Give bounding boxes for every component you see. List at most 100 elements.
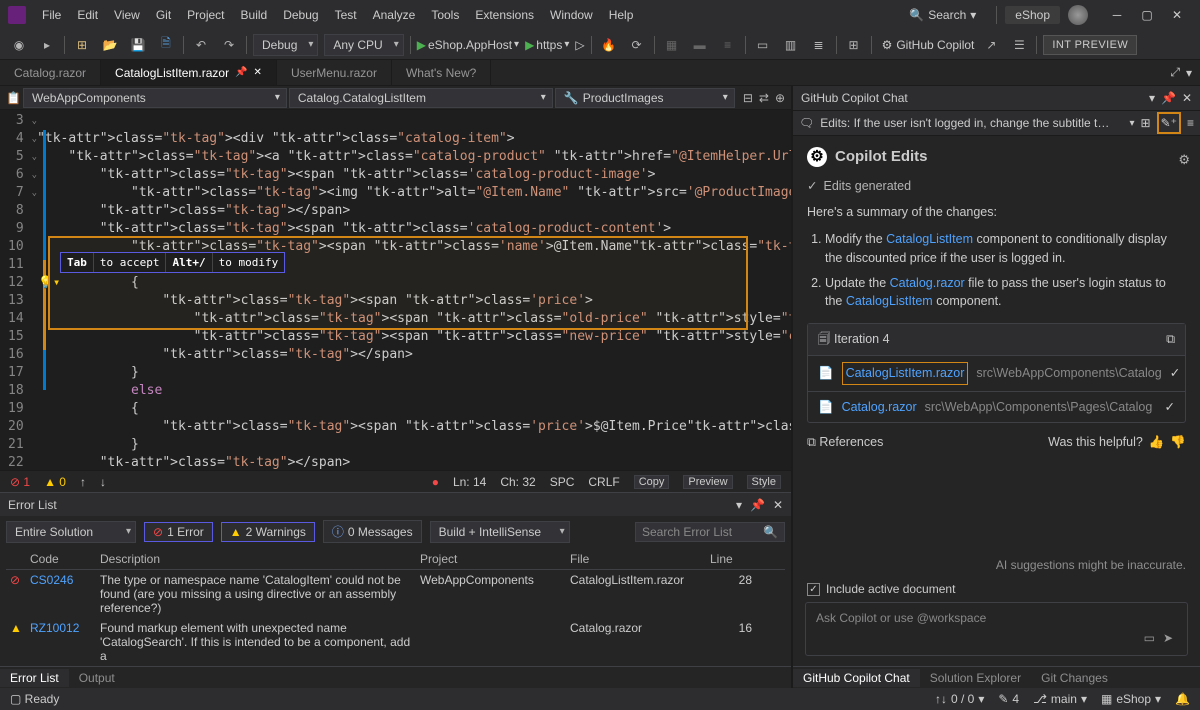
run-target[interactable]: https xyxy=(536,38,562,52)
split-icon[interactable]: ⊟ xyxy=(743,91,753,105)
ch-label[interactable]: Ch: 32 xyxy=(500,475,535,489)
layout-icon-2[interactable]: ▥ xyxy=(780,34,802,56)
edits-label[interactable]: Edits: If the user isn't logged in, chan… xyxy=(820,116,1123,130)
run-without-debug-icon[interactable]: ▷ xyxy=(575,38,584,52)
menu-project[interactable]: Project xyxy=(179,4,232,26)
tab-solution-explorer[interactable]: Solution Explorer xyxy=(920,669,1031,687)
scope-dropdown[interactable]: Entire Solution xyxy=(6,521,136,543)
crlf-label[interactable]: CRLF xyxy=(588,475,619,489)
menu-view[interactable]: View xyxy=(106,4,148,26)
error-row[interactable]: ⊘CS0246The type or namespace name 'Catal… xyxy=(6,570,785,618)
feedback-icon[interactable]: ↗ xyxy=(980,34,1002,56)
tab-git-changes[interactable]: Git Changes xyxy=(1031,669,1118,687)
copy-chip[interactable]: Copy xyxy=(634,475,670,489)
repo-indicator[interactable]: ▦ eShop ▾ xyxy=(1101,692,1161,706)
iteration-header[interactable]: 🗐 Iteration 4 ⧉ xyxy=(808,324,1185,355)
tab-dropdown-icon[interactable]: ▾ xyxy=(1186,66,1192,80)
new-edit-session-button[interactable]: ✎⁺ xyxy=(1157,112,1181,134)
build-filter-dropdown[interactable]: Build + IntelliSense xyxy=(430,521,570,543)
panel-close-icon[interactable]: ✕ xyxy=(1182,91,1192,105)
breadcrumb-project[interactable]: WebAppComponents xyxy=(23,88,287,108)
close-button[interactable]: ✕ xyxy=(1162,4,1192,26)
hot-reload-icon[interactable]: 🔥 xyxy=(598,34,620,56)
document-tab[interactable]: What's New? xyxy=(392,60,491,85)
messages-filter-button[interactable]: ⓘ0 Messages xyxy=(323,520,422,543)
new-project-icon[interactable]: ⊞ xyxy=(71,34,93,56)
open-icon[interactable]: 📂 xyxy=(99,34,121,56)
document-tab[interactable]: CatalogListItem.razor📌✕ xyxy=(101,60,277,85)
menu-build[interactable]: Build xyxy=(233,4,276,26)
errors-filter-button[interactable]: ⊘1 Error xyxy=(144,522,213,542)
panel-pin-icon[interactable]: 📌 xyxy=(1161,91,1176,105)
toggle-icon-2[interactable]: ▬ xyxy=(689,34,711,56)
ln-label[interactable]: Ln: 14 xyxy=(453,475,486,489)
nav-fwd-icon[interactable]: ▸ xyxy=(36,34,58,56)
toggle-icon-3[interactable]: ≡ xyxy=(717,34,739,56)
undo-icon[interactable]: ↶ xyxy=(190,34,212,56)
menu-window[interactable]: Window xyxy=(542,4,601,26)
gear-icon[interactable]: ⚙ xyxy=(1178,150,1190,170)
edits-dropdown-icon[interactable]: ▾ xyxy=(1130,118,1135,129)
panel-close-icon[interactable]: ✕ xyxy=(773,498,783,512)
panel-dropdown-icon[interactable]: ▾ xyxy=(736,498,742,512)
lightbulb-icon[interactable]: 💡▾ xyxy=(38,275,60,289)
references-row[interactable]: ⧉ References xyxy=(807,433,883,452)
bottom-tab-errorlist[interactable]: Error List xyxy=(0,669,69,687)
menu-extensions[interactable]: Extensions xyxy=(467,4,542,26)
sync-icon[interactable]: ⇄ xyxy=(759,91,769,105)
copy-icon[interactable]: ⧉ xyxy=(1166,330,1175,349)
nav-down-icon[interactable]: ↓ xyxy=(100,475,106,489)
title-search[interactable]: 🔍 Search ▾ xyxy=(909,8,976,22)
document-tab[interactable]: UserMenu.razor xyxy=(277,60,392,85)
panel-icon-3[interactable]: ≡ xyxy=(1187,116,1194,130)
nav-back-icon[interactable]: ◉ xyxy=(8,34,30,56)
notif-icon[interactable]: ☰ xyxy=(1008,34,1030,56)
thumbs-up-icon[interactable]: 👍 xyxy=(1149,433,1165,452)
panel-icon-1[interactable]: ⊞ xyxy=(1141,116,1151,130)
attach-icon[interactable]: ▭ xyxy=(1144,631,1155,645)
redo-icon[interactable]: ↷ xyxy=(218,34,240,56)
menu-file[interactable]: File xyxy=(34,4,69,26)
toggle-icon-1[interactable]: ▦ xyxy=(661,34,683,56)
document-tab[interactable]: Catalog.razor xyxy=(0,60,101,85)
menu-tools[interactable]: Tools xyxy=(423,4,467,26)
tab-overflow-icon[interactable]: ⤢ xyxy=(1170,65,1180,80)
bottom-tab-output[interactable]: Output xyxy=(69,669,125,687)
code-editor[interactable]: 345678910111213141516171819202122232425 … xyxy=(0,110,791,470)
config-dropdown[interactable]: Debug xyxy=(253,34,318,56)
tab-copilot-chat[interactable]: GitHub Copilot Chat xyxy=(793,669,920,687)
send-icon[interactable]: ➤ xyxy=(1163,631,1173,645)
solution-name[interactable]: eShop xyxy=(1005,6,1060,24)
extensions-icon[interactable]: ⊞ xyxy=(843,34,865,56)
menu-analyze[interactable]: Analyze xyxy=(365,4,424,26)
error-search-input[interactable]: Search Error List🔍 xyxy=(635,522,785,542)
maximize-button[interactable]: ▢ xyxy=(1132,4,1162,26)
menu-help[interactable]: Help xyxy=(601,4,642,26)
breadcrumb-class[interactable]: Catalog.CatalogListItem xyxy=(289,88,553,108)
minimize-button[interactable]: ─ xyxy=(1102,4,1132,26)
panel-pin-icon[interactable]: 📌 xyxy=(750,498,765,512)
copilot-prompt-input[interactable]: Ask Copilot or use @workspace ▭ ➤ xyxy=(805,602,1188,656)
notifications-icon[interactable]: 🔔 xyxy=(1175,692,1190,706)
restart-icon[interactable]: ⟳ xyxy=(626,34,648,56)
branch-indicator[interactable]: ⎇ main ▾ xyxy=(1033,692,1087,706)
github-copilot-toolbar[interactable]: ⚙ GitHub Copilot xyxy=(882,38,975,52)
menu-edit[interactable]: Edit xyxy=(69,4,106,26)
play-icon[interactable]: ▶ xyxy=(417,38,426,52)
thumbs-down-icon[interactable]: 👎 xyxy=(1170,433,1186,452)
nav-up-icon[interactable]: ↑ xyxy=(80,475,86,489)
include-doc-checkbox[interactable]: ✓Include active document xyxy=(807,582,1186,596)
preview-chip[interactable]: Preview xyxy=(683,475,732,489)
startup-label[interactable]: eShop.AppHost xyxy=(428,38,512,52)
save-icon[interactable]: 💾 xyxy=(127,34,149,56)
nav-status[interactable]: ↑↓ 0 / 0 ▾ xyxy=(935,692,984,706)
platform-dropdown[interactable]: Any CPU xyxy=(324,34,403,56)
error-row[interactable]: ▲RZ10012Found markup element with unexpe… xyxy=(6,618,785,666)
layout-icon-3[interactable]: ≣ xyxy=(808,34,830,56)
expand-icon[interactable]: ⊕ xyxy=(775,91,785,105)
save-all-icon[interactable]: 🗎 xyxy=(155,34,177,56)
spc-label[interactable]: SPC xyxy=(550,475,575,489)
play-nodebug-icon[interactable]: ▶ xyxy=(525,38,534,52)
pending-changes[interactable]: ✎ 4 xyxy=(998,692,1019,706)
status-errors[interactable]: ⊘ 1 xyxy=(10,475,30,489)
